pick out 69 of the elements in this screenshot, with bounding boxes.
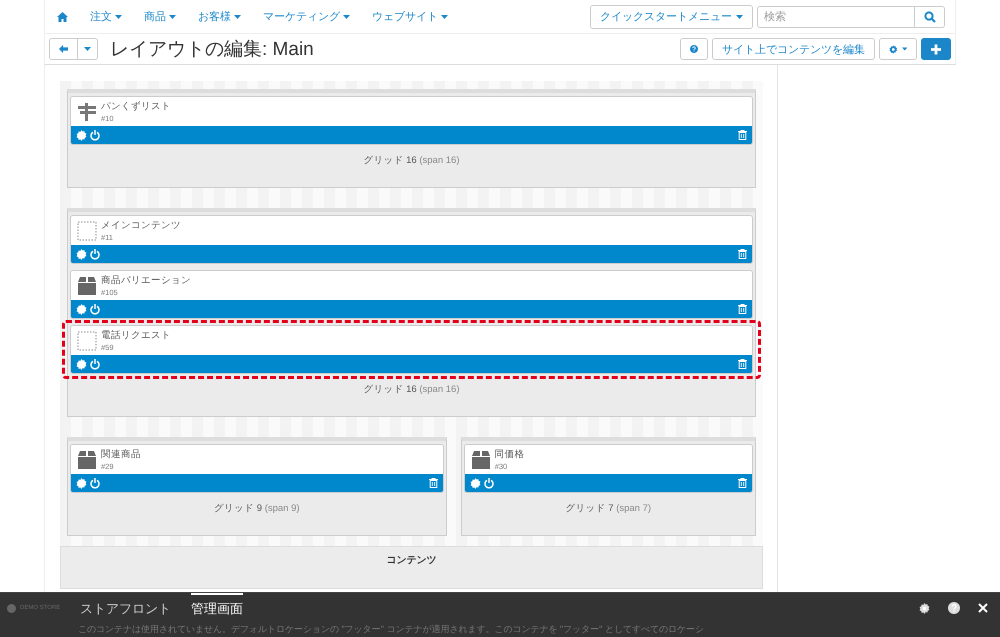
caret-icon	[169, 14, 176, 18]
quick-start-menu[interactable]: クイックスタートメニュー	[590, 4, 753, 28]
grid-title: グリッド 9	[214, 503, 262, 514]
settings-icon[interactable]	[919, 602, 930, 614]
caret-icon	[736, 14, 743, 18]
trash-icon[interactable]	[738, 359, 747, 369]
add-button[interactable]	[921, 38, 951, 60]
caret-icon	[902, 47, 907, 51]
plus-icon	[931, 44, 941, 54]
mode-tab[interactable]: 管理画面	[191, 593, 244, 623]
power-icon[interactable]	[484, 478, 494, 488]
power-icon[interactable]	[90, 130, 100, 140]
trash-icon[interactable]	[738, 478, 747, 488]
module-name: 電話リクエスト	[101, 329, 171, 342]
box-icon	[78, 276, 96, 294]
edit-on-site-button[interactable]: サイト上でコンテンツを編集	[712, 38, 875, 60]
module-name: 関連商品	[101, 448, 141, 461]
search-field[interactable]: 検索	[757, 6, 915, 28]
caret-icon	[84, 47, 91, 51]
close-icon[interactable]	[978, 603, 988, 613]
help-button[interactable]	[680, 38, 708, 60]
module-name: 同価格	[494, 448, 525, 461]
box-icon	[78, 450, 96, 468]
mode-tab[interactable]: ストアフロント	[80, 593, 172, 623]
module-name: 商品バリエーション	[101, 274, 191, 287]
dotted-square-icon	[77, 330, 97, 350]
caret-icon	[441, 14, 448, 18]
trash-icon[interactable]	[738, 304, 747, 314]
container-notice: このコンテナは使用されていません。デフォルトロケーションの "フッター" コンテナが適用されます。このコンテナを "フッター" としてすべてのロケーシ	[77, 623, 705, 635]
container-title: コンテンツ	[386, 555, 436, 566]
grid-span: (span 7)	[616, 503, 652, 514]
nav-menu[interactable]: 商品	[144, 9, 176, 24]
back-button[interactable]	[49, 38, 78, 60]
grid-span: (span 9)	[264, 503, 300, 514]
search-button[interactable]	[915, 6, 945, 28]
search-icon	[924, 10, 936, 22]
nav-menu[interactable]: 注文	[90, 9, 122, 24]
settings-button[interactable]	[879, 38, 917, 60]
gear-icon[interactable]	[889, 44, 898, 54]
signpost-icon	[77, 102, 97, 120]
box-icon	[472, 450, 490, 468]
nav-menu[interactable]: マーケティング	[263, 9, 350, 24]
grid-title: グリッド 16	[364, 155, 417, 166]
help-icon	[948, 602, 960, 614]
logo-icon	[7, 604, 16, 612]
back-arrow-icon	[59, 44, 68, 54]
grid-span: (span 16)	[419, 384, 460, 395]
caret-icon	[234, 14, 241, 18]
caret-icon	[343, 14, 350, 18]
module-name: メインコンテンツ	[101, 219, 181, 232]
grid-title: グリッド 7	[566, 503, 614, 514]
grid-span: (span 16)	[419, 155, 460, 166]
power-icon[interactable]	[90, 358, 100, 370]
dropdown-button[interactable]	[78, 38, 98, 60]
page-title: レイアウトの編集: Main	[110, 38, 314, 62]
caret-icon	[115, 14, 122, 18]
trash-icon[interactable]	[428, 478, 438, 488]
trash-icon[interactable]	[738, 249, 747, 259]
help-icon	[690, 43, 698, 55]
dotted-square-icon	[77, 220, 97, 240]
power-icon[interactable]	[90, 304, 100, 314]
power-icon[interactable]	[90, 478, 100, 488]
home-icon[interactable]	[57, 12, 68, 22]
trash-icon[interactable]	[738, 130, 747, 140]
nav-menu[interactable]: ウェブサイト	[372, 9, 448, 24]
nav-menu[interactable]: お客様	[198, 9, 241, 24]
module-name: パンくずリスト	[101, 100, 171, 113]
power-icon[interactable]	[90, 248, 100, 260]
grid-title: グリッド 16	[364, 384, 417, 395]
